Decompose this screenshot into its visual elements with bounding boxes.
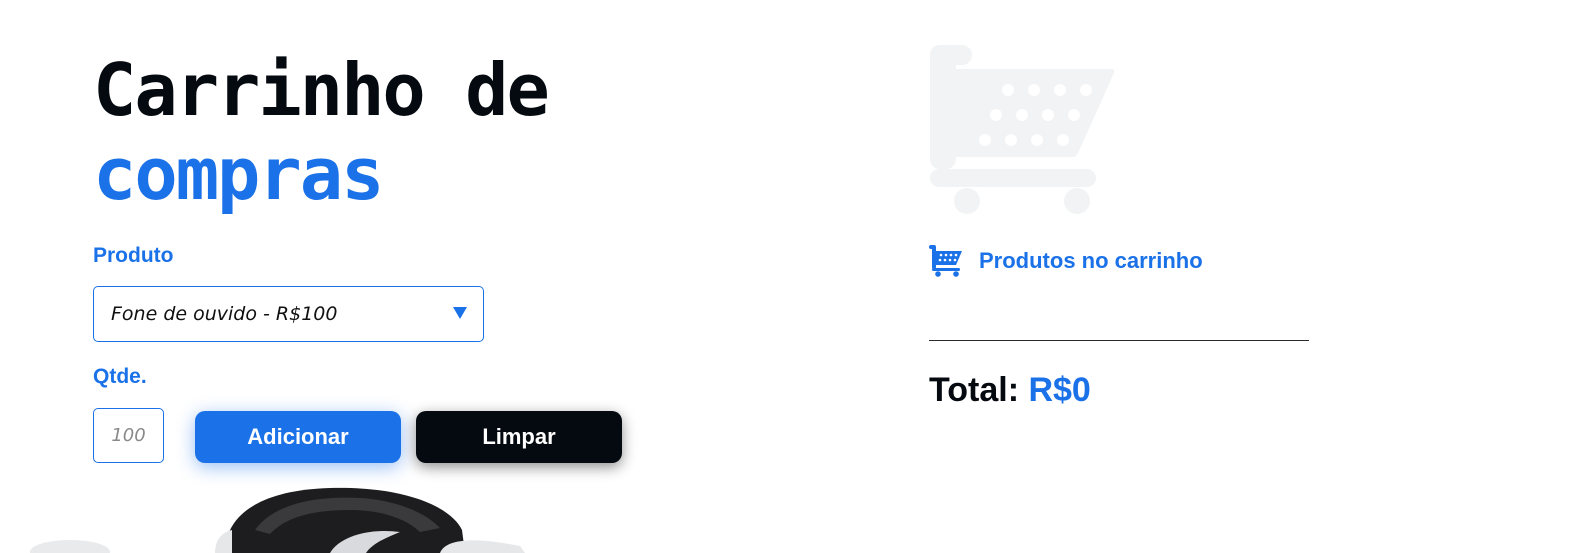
quantity-label: Qtde.	[93, 365, 147, 388]
title-line-1: Carrinho de	[93, 48, 550, 132]
product-image-vr-headset	[0, 470, 640, 553]
product-label: Produto	[93, 244, 174, 267]
total-value: R$0	[1028, 371, 1091, 409]
shopping-cart-icon	[929, 245, 962, 277]
product-select-value: Fone de ouvido - R$100	[111, 303, 338, 325]
clear-button[interactable]: Limpar	[416, 411, 622, 463]
add-button[interactable]: Adicionar	[195, 411, 401, 463]
page-title: Carrinho de compras	[93, 48, 550, 216]
divider	[929, 340, 1309, 341]
product-select[interactable]: Fone de ouvido - R$100	[93, 286, 484, 342]
title-line-2: compras	[93, 132, 384, 216]
cart-watermark-icon	[928, 45, 1118, 221]
cart-total: Total: R$0	[929, 371, 1091, 410]
cart-header-label: Produtos no carrinho	[979, 248, 1203, 273]
quantity-input[interactable]	[93, 408, 164, 463]
total-label: Total:	[929, 371, 1020, 409]
chevron-down-icon	[453, 307, 467, 319]
cart-header: Produtos no carrinho	[929, 245, 1203, 277]
